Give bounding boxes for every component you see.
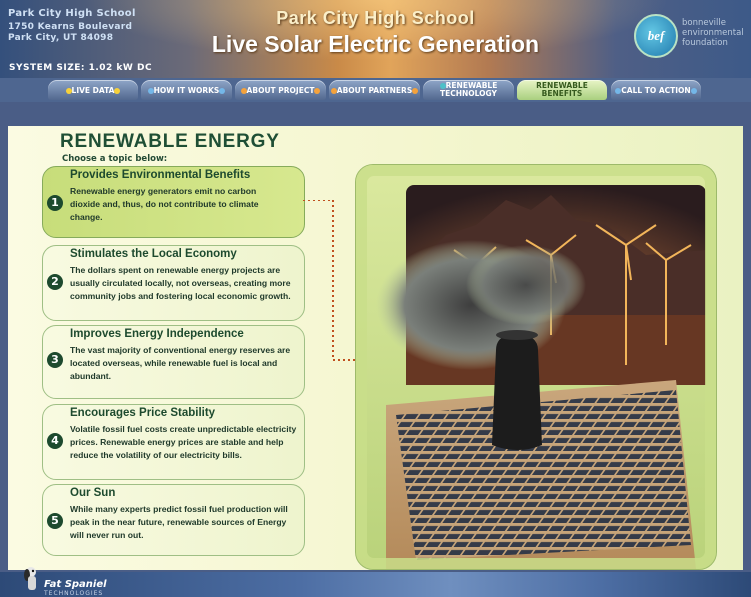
tab-label: LIVE DATA	[71, 86, 115, 95]
footer-bar	[0, 572, 751, 597]
topic-local-economy[interactable]: 2 Stimulates the Local Economy The dolla…	[42, 245, 305, 321]
tab-about-project[interactable]: ABOUT PROJECT	[235, 80, 326, 100]
topic-number: 4	[47, 433, 63, 449]
page-title: RENEWABLE ENERGY	[60, 131, 280, 152]
topic-description: The vast majority of conventional energy…	[70, 345, 291, 381]
fat-spaniel-subtext: TECHNOLOGIES	[44, 590, 104, 597]
bullet-icon	[314, 88, 321, 94]
bullet-icon	[412, 88, 419, 94]
fat-spaniel-logo[interactable]: Fat Spaniel	[44, 579, 107, 590]
tab-label: TECHNOLOGY	[440, 89, 497, 98]
smokestack	[492, 333, 542, 450]
tab-call-to-action[interactable]: CALL TO ACTION	[611, 80, 701, 100]
topic-number: 2	[47, 274, 63, 290]
topic-title: Our Sun	[70, 487, 116, 499]
topic-title: Improves Energy Independence	[70, 328, 244, 340]
topic-price-stability[interactable]: 4 Encourages Price Stability Volatile fo…	[42, 404, 305, 480]
topic-number: 5	[47, 513, 63, 529]
topic-title: Stimulates the Local Economy	[70, 248, 237, 260]
bullet-icon	[219, 88, 226, 94]
solar-panel-array	[396, 390, 691, 560]
renewable-energy-illustration	[356, 165, 716, 569]
topic-number: 3	[47, 352, 63, 368]
tab-how-it-works[interactable]: HOW IT WORKS	[141, 80, 232, 100]
system-size-label: SYSTEM SIZE: 1.02 kW DC	[9, 63, 153, 73]
illustration-frame	[355, 164, 717, 570]
topic-description: While many experts predict fossil fuel p…	[70, 504, 288, 540]
topic-description: Renewable energy generators emit no carb…	[70, 186, 259, 222]
topic-number: 1	[47, 195, 63, 211]
tab-label: BENEFITS	[541, 89, 583, 98]
tab-renewable-benefits[interactable]: RENEWABLE BENEFITS	[517, 80, 607, 100]
bef-logo[interactable]: bef	[634, 14, 678, 58]
tab-label: ABOUT PROJECT	[246, 86, 315, 95]
connector-line	[303, 200, 355, 361]
tab-label: CALL TO ACTION	[621, 86, 691, 95]
topic-description: Volatile fossil fuel costs create unpred…	[70, 424, 297, 460]
topic-description: The dollars spent on renewable energy pr…	[70, 265, 291, 301]
bullet-icon	[690, 88, 697, 94]
spaniel-dog-icon	[24, 567, 36, 590]
topic-environmental-benefits[interactable]: 1 Provides Environmental Benefits Renewa…	[42, 166, 305, 238]
tab-about-partners[interactable]: ABOUT PARTNERS	[329, 80, 420, 100]
bef-logo-text: bonneville environmental foundation	[682, 18, 744, 48]
topic-our-sun[interactable]: 5 Our Sun While many experts predict fos…	[42, 484, 305, 556]
tab-label: ABOUT PARTNERS	[336, 86, 413, 95]
topic-energy-independence[interactable]: 3 Improves Energy Independence The vast …	[42, 325, 305, 399]
topic-title: Encourages Price Stability	[70, 407, 216, 419]
topic-title: Provides Environmental Benefits	[70, 169, 251, 181]
bullet-icon	[114, 88, 121, 94]
page-subtitle: Choose a topic below:	[62, 154, 168, 164]
tab-live-data[interactable]: LIVE DATA	[48, 80, 138, 100]
tab-label: HOW IT WORKS	[153, 86, 220, 95]
tab-renewable-technology[interactable]: RENEWABLE TECHNOLOGY	[423, 80, 514, 100]
